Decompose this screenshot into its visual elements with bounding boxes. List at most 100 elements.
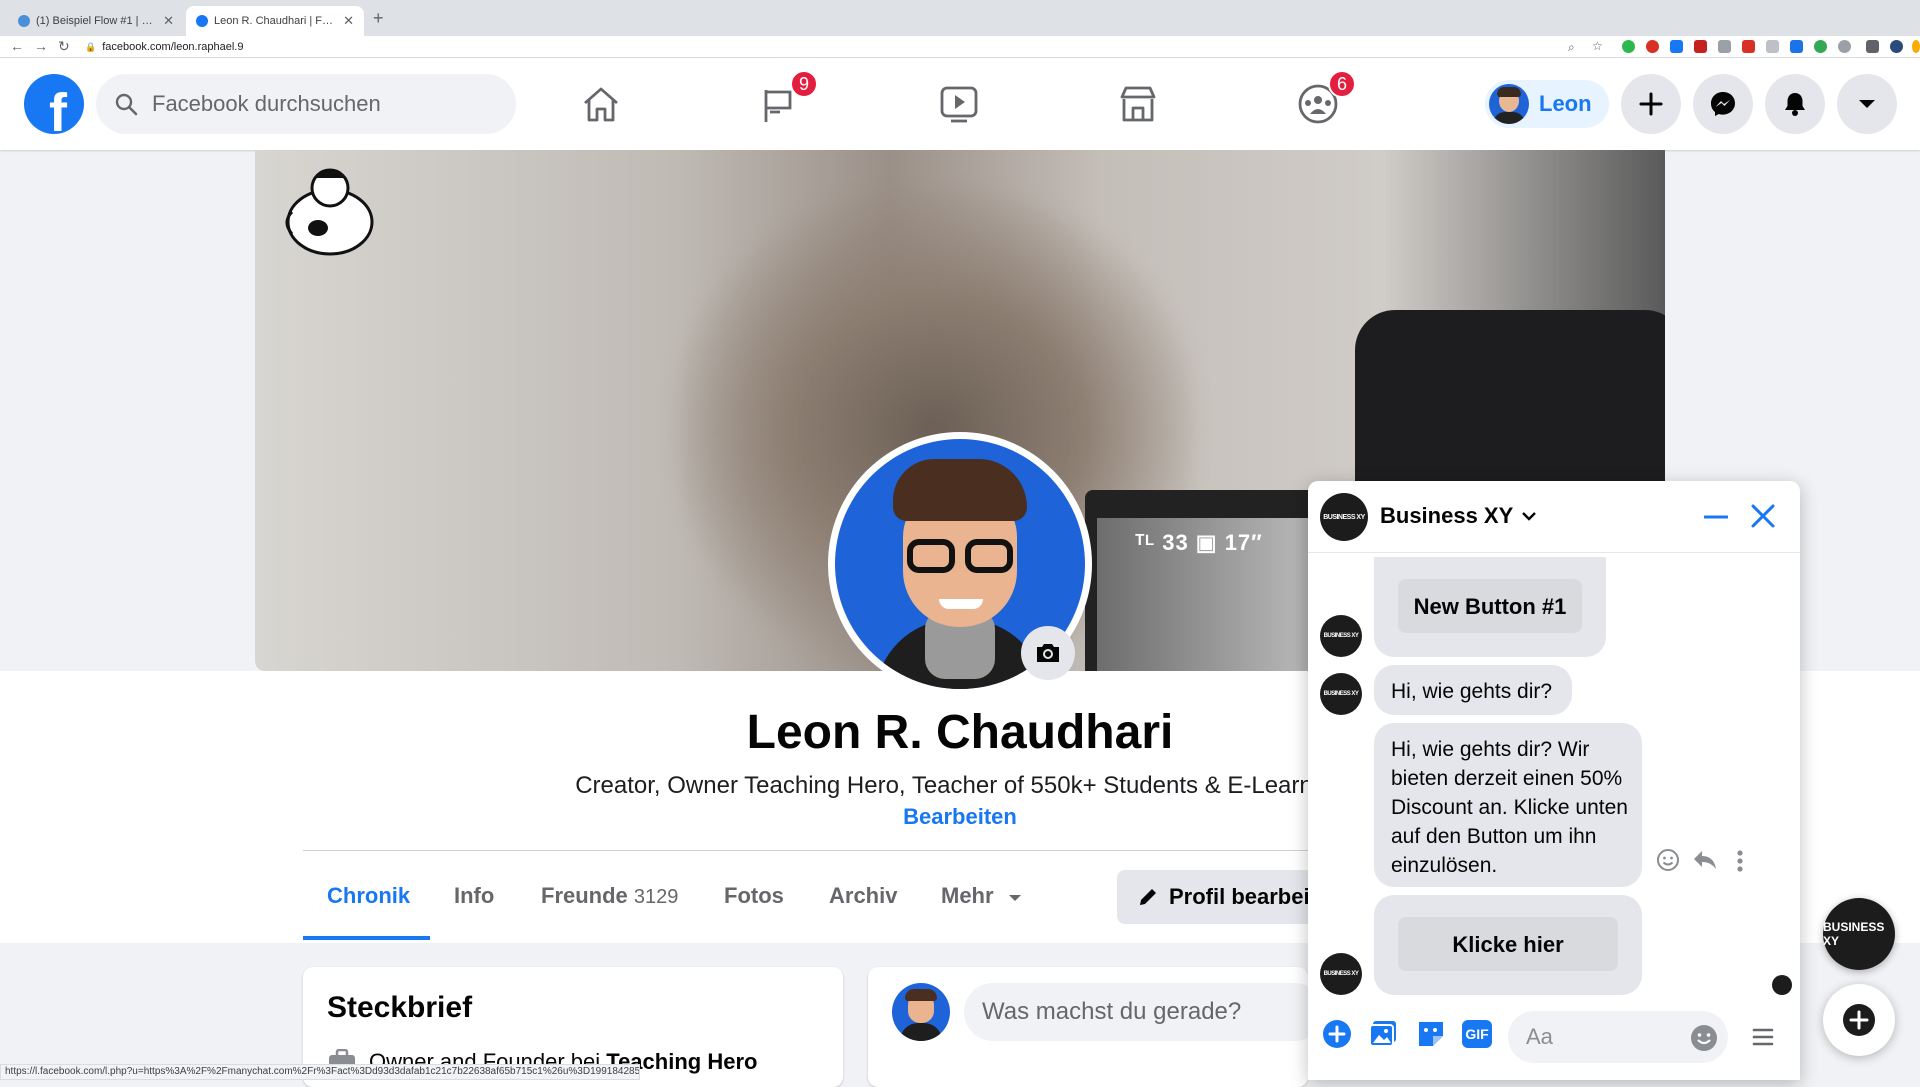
tab-fotos[interactable]: Fotos [724,883,784,909]
video-play-icon [940,86,978,123]
marketplace-icon [1120,86,1156,122]
notifications-button[interactable] [1765,74,1825,134]
home-icon [584,87,618,122]
chat-contact-name[interactable]: Business XY [1380,503,1537,529]
extension-icon[interactable] [1718,40,1731,53]
cover-photo-screen-text: ᵀᴸ 33 ▣ 17″ [1135,530,1263,555]
caret-down-icon [1859,100,1875,108]
account-menu-button[interactable] [1837,74,1897,134]
extension-icon[interactable] [1838,40,1851,53]
tab-chronik[interactable]: Chronik [327,883,410,909]
extension-icon[interactable] [1814,40,1827,53]
avatar: BUSINESS XY [1320,673,1362,715]
floating-chat-head[interactable]: BUSINESS XY [1823,898,1895,970]
message-bubble: Hi, wie gehts dir? [1374,665,1572,715]
tab-freunde[interactable]: Freunde 3129 [541,883,678,909]
new-tab-icon[interactable]: + [373,8,384,29]
close-tab-icon[interactable]: ✕ [163,13,174,29]
edit-bio-link[interactable]: Bearbeiten [860,804,1060,830]
browser-status-bar: https://l.facebook.com/l.php?u=https%3A%… [0,1064,640,1080]
avatar [1489,84,1529,124]
edit-profile-label: Profil bearbeit [1169,884,1317,909]
forward-icon[interactable]: → [34,38,48,54]
tab-mehr[interactable]: Mehr [941,883,1022,909]
klicke-hier-button[interactable]: Klicke hier [1398,917,1618,971]
message-button-card: Klicke hier [1374,895,1642,995]
back-icon[interactable]: ← [10,38,24,54]
add-attachment-icon[interactable] [1322,1019,1352,1049]
reload-icon[interactable]: ↻ [58,38,70,55]
facebook-logo-icon[interactable]: f [24,74,84,134]
extension-icon[interactable] [1742,40,1755,53]
caret-down-icon [1008,895,1021,901]
search-icon [115,93,138,116]
sumo-logo-icon [285,168,374,256]
update-icon[interactable] [1912,40,1920,53]
active-tab-indicator [303,936,430,940]
update-profile-picture-button[interactable] [1021,626,1075,680]
tab-title: (1) Beispiel Flow #1 | Edit Cont [36,15,157,27]
new-message-plus-icon [1843,1004,1875,1036]
extension-icon[interactable] [1790,40,1803,53]
facebook-favicon-icon [196,15,208,27]
avatar[interactable]: BUSINESS XY [1320,493,1368,541]
address-bar: ← → ↻ 🔒 facebook.com/leon.raphael.9 ⌕ ☆ [0,36,1920,58]
watch-nav-button[interactable] [931,78,987,130]
url-field[interactable]: 🔒 facebook.com/leon.raphael.9 [85,39,243,55]
groups-nav-button[interactable]: 6 [1290,70,1356,130]
extension-icon[interactable] [1694,40,1707,53]
emoji-icon[interactable] [1690,1024,1718,1052]
new-message-button[interactable] [1823,984,1895,1056]
messenger-icon [1711,92,1735,116]
sticker-icon[interactable] [1416,1019,1446,1049]
menu-icon[interactable] [1752,1027,1774,1047]
camera-icon [1037,644,1059,662]
marketplace-nav-button[interactable] [1110,78,1166,130]
read-receipt-avatar [1772,975,1792,995]
tab-archiv[interactable]: Archiv [829,883,897,909]
avatar: BUSINESS XY [1320,953,1362,995]
profile-shortcut-button[interactable]: Leon [1485,80,1609,128]
tab-title: Leon R. Chaudhari | Facebook [214,15,337,27]
gif-button[interactable]: GIF [1462,1020,1492,1048]
extension-icon[interactable] [1766,40,1779,53]
bookmark-star-icon[interactable]: ☆ [1592,39,1603,53]
profile-shortcut-name: Leon [1539,91,1592,116]
url-text: facebook.com/leon.raphael.9 [102,41,244,53]
extension-icon[interactable] [1646,40,1659,53]
browser-tab-facebook[interactable]: Leon R. Chaudhari | Facebook ✕ [186,6,364,36]
pencil-icon [1140,889,1156,905]
plus-icon [1639,92,1663,116]
zoom-icon[interactable]: ⌕ [1568,40,1575,55]
friends-count: 3129 [633,886,679,908]
reading-list-icon[interactable] [1866,40,1879,53]
minimize-icon[interactable] [1704,508,1728,526]
reply-icon[interactable] [1692,849,1718,871]
react-smiley-icon[interactable] [1656,848,1680,872]
chat-header: BUSINESS XY Business XY [1308,481,1800,553]
home-nav-button[interactable] [573,78,629,130]
photo-icon[interactable] [1368,1019,1398,1049]
messenger-button[interactable] [1693,74,1753,134]
chevron-down-icon [1522,512,1537,521]
messenger-chat-window: BUSINESS XY Business XY New Button #1 BU… [1308,481,1800,1080]
search-input[interactable]: Facebook durchsuchen [96,74,516,134]
avatar: BUSINESS XY [1320,615,1362,657]
extension-icon[interactable] [1622,40,1635,53]
post-composer: Was machst du gerade? [868,967,1324,1087]
close-tab-icon[interactable]: ✕ [343,13,354,29]
profile-name: Leon R. Chaudhari [746,706,1174,759]
tab-info[interactable]: Info [454,883,494,909]
browser-tab-manychat[interactable]: (1) Beispiel Flow #1 | Edit Cont ✕ [8,6,184,36]
bell-icon [1785,93,1805,116]
more-options-icon[interactable] [1736,849,1744,873]
create-button[interactable] [1621,74,1681,134]
composer-input[interactable]: Was machst du gerade? [964,983,1324,1041]
extension-icon[interactable] [1670,40,1683,53]
close-icon[interactable] [1750,503,1776,529]
avatar[interactable] [892,983,950,1041]
pages-nav-button[interactable]: 9 [752,70,818,130]
new-button-1[interactable]: New Button #1 [1398,579,1582,633]
profile-bio: Creator, Owner Teaching Hero, Teacher of… [575,772,1345,799]
browser-avatar-icon[interactable] [1890,40,1903,53]
